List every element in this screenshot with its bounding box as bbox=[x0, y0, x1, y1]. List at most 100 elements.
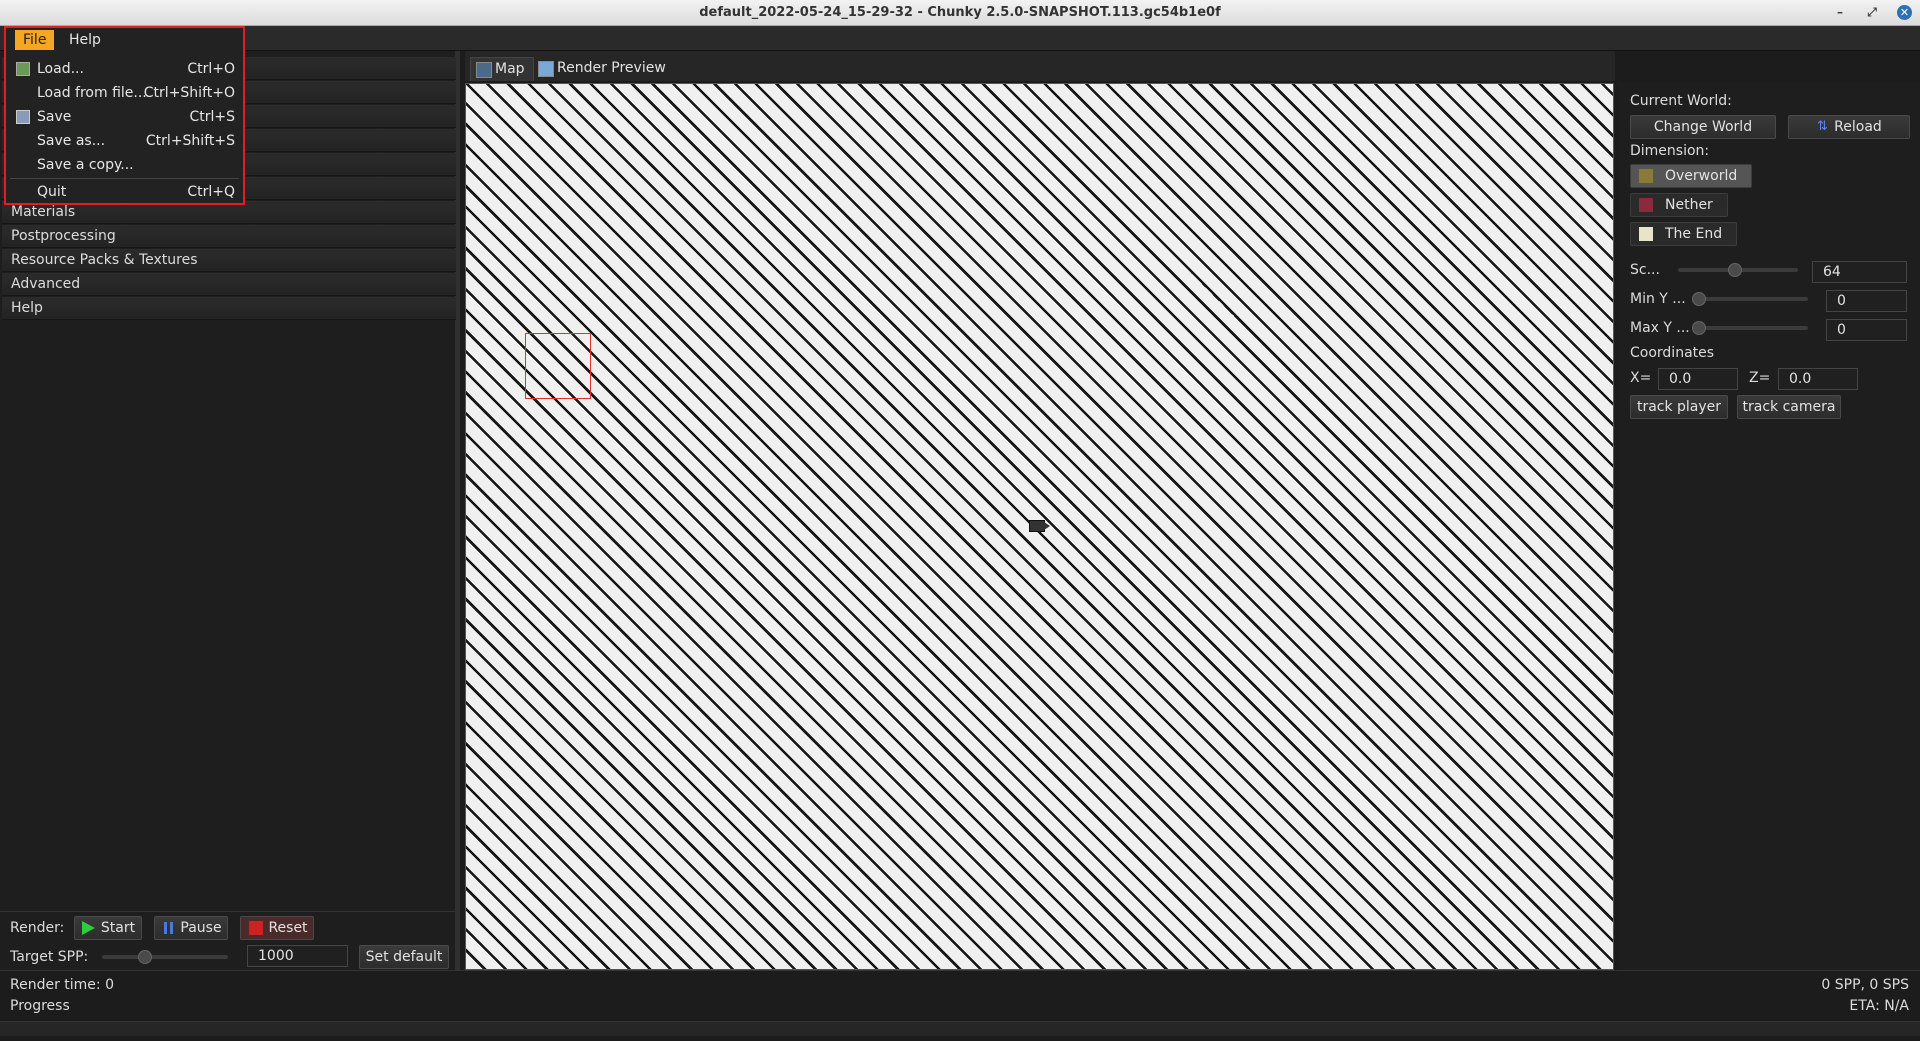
menu-item-load[interactable]: Load... Ctrl+O bbox=[6, 57, 243, 81]
dimension-the-end-label: The End bbox=[1665, 226, 1723, 242]
menu-item-quit-label: Quit bbox=[37, 184, 67, 200]
max-y-input[interactable]: 0 bbox=[1826, 319, 1907, 341]
file-menu-dropdown: File Help Load... Ctrl+O Load from file.… bbox=[4, 26, 245, 205]
image-icon bbox=[538, 61, 554, 77]
tab-render-preview-label: Render Preview bbox=[557, 60, 666, 76]
z-coord-input[interactable]: 0.0 bbox=[1778, 368, 1858, 390]
maximize-icon[interactable]: ⤢ bbox=[1865, 0, 1879, 25]
world-panel: Current World: Change World ⇅ Reload Dim… bbox=[1618, 83, 1920, 970]
x-coord-label: X= bbox=[1630, 370, 1652, 386]
status-bar: Render time: 0 Progress 0 SPP, 0 SPS ETA… bbox=[0, 970, 1920, 1041]
x-coord-input[interactable]: 0.0 bbox=[1658, 368, 1738, 390]
dropdown-menu-file[interactable]: File bbox=[15, 30, 55, 50]
play-icon bbox=[82, 921, 95, 935]
menu-item-quit[interactable]: Quit Ctrl+Q bbox=[6, 180, 243, 204]
save-icon bbox=[16, 110, 30, 124]
min-y-input[interactable]: 0 bbox=[1826, 290, 1907, 312]
window-title: default_2022-05-24_15-29-32 - Chunky 2.5… bbox=[699, 5, 1221, 20]
menu-item-save-label: Save bbox=[37, 109, 72, 125]
window-controls: – ⤢ ✕ bbox=[1833, 0, 1912, 25]
set-default-button[interactable]: Set default bbox=[359, 945, 449, 969]
menu-item-save[interactable]: Save Ctrl+S bbox=[6, 105, 243, 129]
min-y-label: Min Y ... bbox=[1630, 291, 1686, 307]
scale-input[interactable]: 64 bbox=[1812, 261, 1907, 283]
current-world-label: Current World: bbox=[1630, 93, 1732, 109]
minimize-icon[interactable]: – bbox=[1833, 0, 1847, 25]
start-label: Start bbox=[100, 920, 136, 936]
dimension-label: Dimension: bbox=[1630, 143, 1710, 159]
pause-icon bbox=[164, 922, 173, 934]
nether-icon bbox=[1639, 198, 1653, 212]
stop-icon bbox=[249, 921, 263, 935]
menu-separator bbox=[10, 178, 239, 179]
z-coord-label: Z= bbox=[1749, 370, 1771, 386]
eta-text: ETA: N/A bbox=[1849, 998, 1909, 1014]
dimension-the-end-button[interactable]: The End bbox=[1630, 222, 1738, 246]
render-time-text: Render time: 0 bbox=[10, 977, 114, 993]
dropdown-menu-help[interactable]: Help bbox=[61, 30, 109, 50]
start-button[interactable]: Start bbox=[74, 916, 142, 940]
target-spp-input[interactable]: 1000 bbox=[247, 945, 348, 967]
reload-button[interactable]: ⇅ Reload bbox=[1788, 115, 1910, 139]
scale-label: Sc... bbox=[1630, 262, 1660, 278]
close-icon[interactable]: ✕ bbox=[1897, 5, 1912, 20]
target-spp-slider-thumb[interactable] bbox=[138, 950, 152, 964]
menu-item-save-as-label: Save as... bbox=[37, 133, 106, 149]
spp-status-text: 0 SPP, 0 SPS bbox=[1821, 977, 1909, 993]
menu-item-load-label: Load... bbox=[37, 61, 84, 77]
the-end-icon bbox=[1639, 227, 1653, 241]
dimension-overworld-label: Overworld bbox=[1665, 168, 1738, 184]
progress-label: Progress bbox=[10, 998, 70, 1014]
tab-render-preview[interactable]: Render Preview bbox=[533, 57, 674, 80]
reload-label: Reload bbox=[1834, 119, 1882, 135]
view-tabs: Map Render Preview bbox=[465, 51, 1615, 81]
window-titlebar: default_2022-05-24_15-29-32 - Chunky 2.5… bbox=[0, 0, 1920, 26]
load-icon bbox=[16, 62, 30, 76]
progress-bar bbox=[0, 1021, 1920, 1036]
max-y-slider[interactable] bbox=[1692, 326, 1808, 330]
menu-item-save-as-shortcut: Ctrl+Shift+S bbox=[145, 133, 235, 149]
reload-icon: ⇅ bbox=[1817, 119, 1828, 134]
pause-label: Pause bbox=[180, 920, 222, 936]
reset-label: Reset bbox=[268, 920, 308, 936]
min-y-slider[interactable] bbox=[1692, 297, 1808, 301]
overworld-icon bbox=[1639, 169, 1653, 183]
target-spp-label: Target SPP: bbox=[10, 949, 89, 965]
change-world-button[interactable]: Change World bbox=[1630, 115, 1776, 139]
target-spp-slider[interactable] bbox=[102, 955, 228, 959]
track-player-button[interactable]: track player bbox=[1630, 395, 1728, 419]
map-icon bbox=[476, 62, 492, 78]
accordion-resource-packs[interactable]: Resource Packs & Textures bbox=[2, 249, 456, 272]
max-y-slider-thumb[interactable] bbox=[1692, 321, 1706, 335]
reset-button[interactable]: Reset bbox=[240, 916, 314, 940]
map-view[interactable] bbox=[465, 83, 1614, 970]
tab-map-label: Map bbox=[495, 61, 525, 77]
accordion-advanced[interactable]: Advanced bbox=[2, 273, 456, 296]
scale-slider-thumb[interactable] bbox=[1728, 263, 1742, 277]
render-label: Render: bbox=[10, 920, 65, 936]
render-view-rectangle[interactable] bbox=[525, 333, 591, 399]
dropdown-menubar: File Help bbox=[11, 28, 243, 52]
dimension-nether-label: Nether bbox=[1665, 197, 1713, 213]
menu-item-load-from-file-shortcut: Ctrl+Shift+O bbox=[143, 85, 235, 101]
menu-item-save-as[interactable]: Save as... Ctrl+Shift+S bbox=[6, 129, 243, 153]
dimension-overworld-button[interactable]: Overworld bbox=[1630, 164, 1753, 188]
menu-item-load-shortcut: Ctrl+O bbox=[187, 61, 235, 77]
menubar: File Help bbox=[0, 26, 1920, 51]
camera-icon[interactable] bbox=[1029, 520, 1050, 532]
accordion-postprocessing[interactable]: Postprocessing bbox=[2, 225, 456, 248]
max-y-label: Max Y ... bbox=[1630, 320, 1690, 336]
track-camera-button[interactable]: track camera bbox=[1737, 395, 1841, 419]
coordinates-label: Coordinates bbox=[1630, 345, 1715, 361]
menu-item-save-a-copy[interactable]: Save a copy... bbox=[6, 153, 243, 177]
pause-button[interactable]: Pause bbox=[154, 916, 228, 940]
menu-item-load-from-file[interactable]: Load from file... Ctrl+Shift+O bbox=[6, 81, 243, 105]
dimension-nether-button[interactable]: Nether bbox=[1630, 193, 1728, 217]
min-y-slider-thumb[interactable] bbox=[1692, 292, 1706, 306]
menu-item-quit-shortcut: Ctrl+Q bbox=[187, 184, 235, 200]
menu-item-save-a-copy-label: Save a copy... bbox=[37, 157, 134, 173]
accordion-help[interactable]: Help bbox=[2, 297, 456, 320]
tab-map[interactable]: Map bbox=[470, 57, 534, 81]
menu-item-load-from-file-label: Load from file... bbox=[37, 85, 147, 101]
menu-item-save-shortcut: Ctrl+S bbox=[189, 109, 235, 125]
